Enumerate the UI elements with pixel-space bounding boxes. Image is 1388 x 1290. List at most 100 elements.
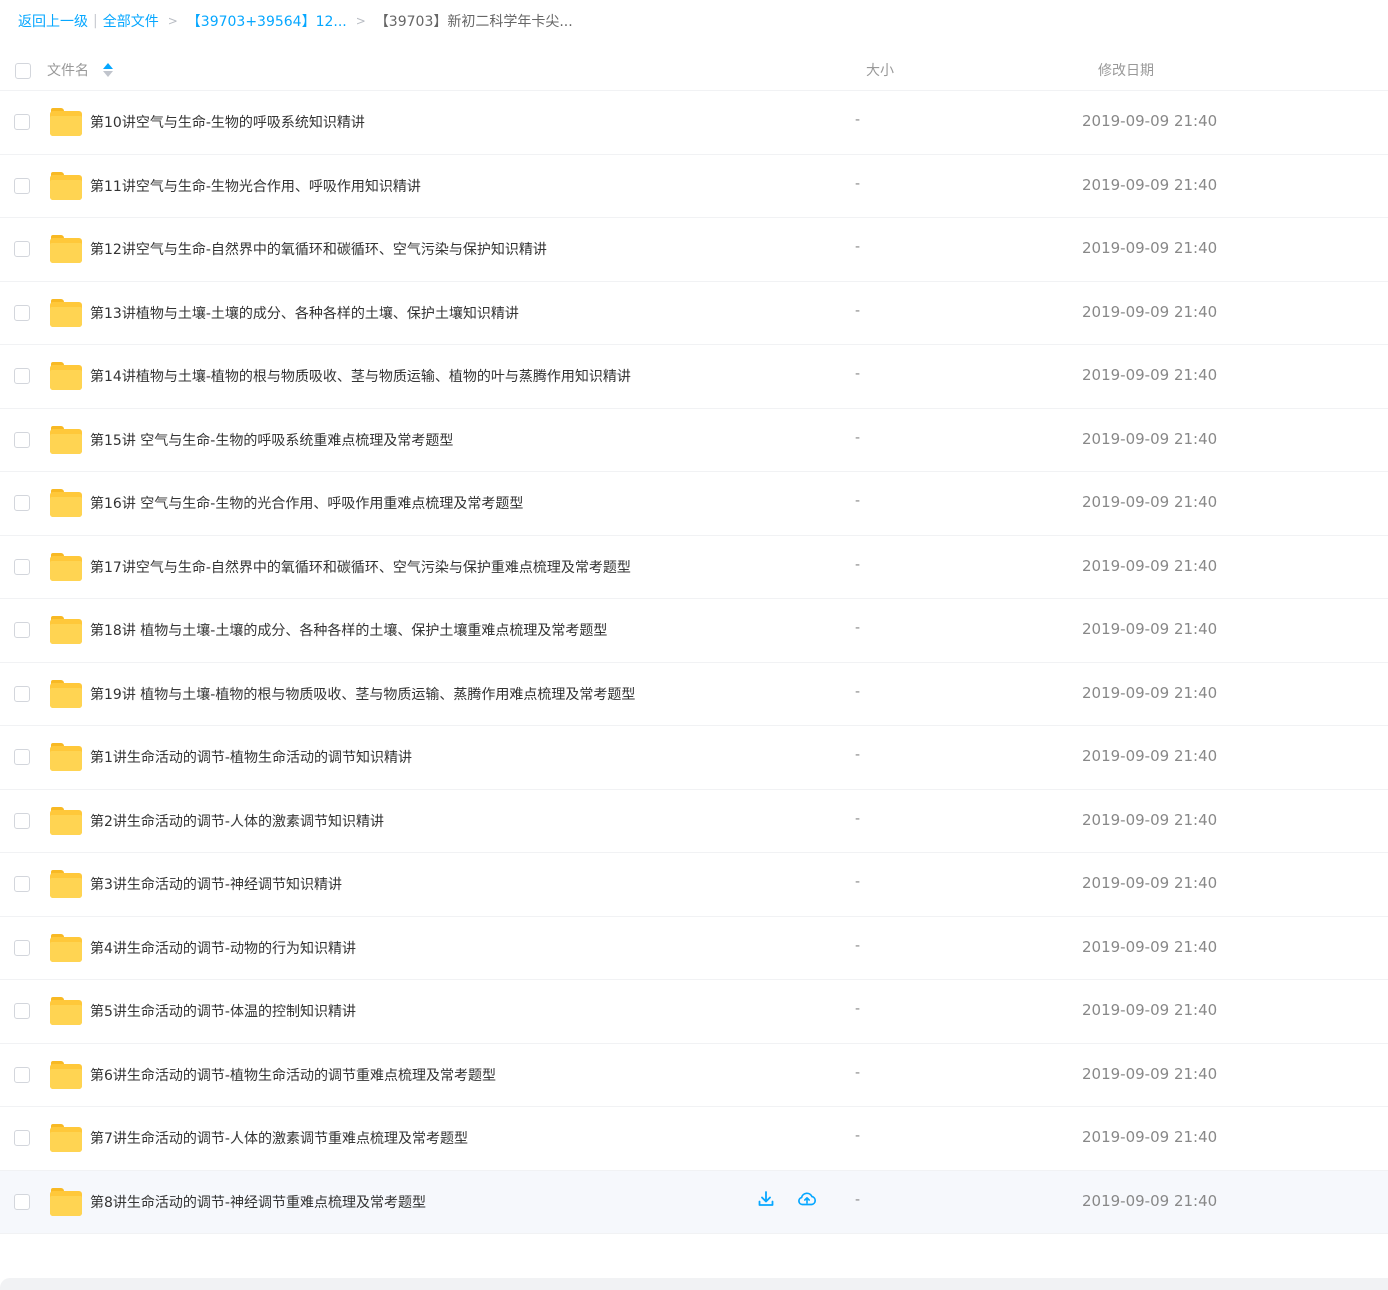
table-row[interactable]: 第11讲空气与生命-生物光合作用、呼吸作用知识精讲 - 2019-09-09 21:… <box>0 155 1388 218</box>
folder-icon <box>50 679 82 708</box>
file-date: 2019-09-09 21:40 <box>1082 239 1218 257</box>
row-checkbox[interactable] <box>14 495 30 511</box>
file-name[interactable]: 第19讲 植物与土壤-植物的根与物质吸收、茎与物质运输、蒸腾作用难点梳理及常考题… <box>90 684 635 704</box>
row-checkbox[interactable] <box>14 812 30 829</box>
row-checkbox[interactable] <box>14 177 30 194</box>
file-name[interactable]: 第18讲 植物与土壤-土壤的成分、各种各样的土壤、保护土壤重难点梳理及常考题型 <box>90 620 607 640</box>
table-row[interactable]: 第10讲空气与生命-生物的呼吸系统知识精讲 - 2019-09-09 21:40 <box>0 91 1388 155</box>
file-date: 2019-09-09 21:40 <box>1082 1064 1218 1083</box>
file-date: 2019-09-09 21:40 <box>1082 556 1218 575</box>
row-checkbox[interactable] <box>14 431 30 448</box>
file-name[interactable]: 第14讲植物与土壤-植物的根与物质吸收、茎与物质运输、植物的叶与蒸腾作用知识精讲 <box>90 366 631 386</box>
file-size: - <box>855 493 861 509</box>
row-checkbox[interactable] <box>14 1193 30 1210</box>
row-checkbox[interactable] <box>14 1003 30 1019</box>
table-row[interactable]: 第12讲空气与生命-自然界中的氧循环和碳循环、空气污染与保护知识精讲 - 2019-… <box>0 218 1388 282</box>
row-checkbox[interactable] <box>14 304 30 321</box>
table-row[interactable]: 第2讲生命活动的调节-人体的激素调节知识精讲 - 2019-09-09 21:40 <box>0 790 1388 853</box>
file-size: - <box>855 112 861 128</box>
row-checkbox[interactable] <box>14 939 30 956</box>
table-row[interactable]: 第1讲生命活动的调节-植物生命活动的调节知识精讲 - 2019-09-09 21:4… <box>0 726 1388 790</box>
download-icon[interactable] <box>757 1190 775 1208</box>
table-row[interactable]: 第15讲 空气与生命-生物的呼吸系统重难点梳理及常考题型 - 2019-09-09 … <box>0 409 1388 472</box>
table-row[interactable]: 第17讲空气与生命-自然界中的氧循环和碳循环、空气污染与保护重难点梳理及常考题型… <box>0 536 1388 599</box>
file-date: 2019-09-09 21:40 <box>1082 874 1218 892</box>
table-row[interactable]: 第8讲生命活动的调节-神经调节重难点梳理及常考题型 - 2019-09-09 21:… <box>0 1170 1388 1234</box>
scrollbar-track[interactable] <box>0 1278 1388 1290</box>
file-name[interactable]: 第6讲生命活动的调节-植物生命活动的调节重难点梳理及常考题型 <box>90 1065 496 1085</box>
file-size: - <box>855 556 861 573</box>
file-size: - <box>855 302 861 319</box>
table-row[interactable]: 第19讲 植物与土壤-植物的根与物质吸收、茎与物质运输、蒸腾作用难点梳理及常考题… <box>0 663 1388 726</box>
folder-icon <box>50 1060 82 1089</box>
column-header-name-label: 文件名 <box>47 63 89 79</box>
parent-folder-link[interactable]: 【39703+39564】12... <box>187 11 347 31</box>
back-link[interactable]: 返回上一级 <box>18 11 88 31</box>
table-row[interactable]: 第18讲 植物与土壤-土壤的成分、各种各样的土壤、保护土壤重难点梳理及常考题型 -… <box>0 599 1388 663</box>
select-all-checkbox[interactable] <box>15 63 31 79</box>
row-checkbox[interactable] <box>14 1066 30 1083</box>
column-header-date[interactable]: 修改日期 <box>1098 60 1154 80</box>
folder-icon <box>50 1187 82 1216</box>
file-name[interactable]: 第12讲空气与生命-自然界中的氧循环和碳循环、空气污染与保护知识精讲 <box>90 239 547 259</box>
table-row[interactable]: 第14讲植物与土壤-植物的根与物质吸收、茎与物质运输、植物的叶与蒸腾作用知识精讲… <box>0 345 1388 409</box>
file-size: - <box>855 175 861 192</box>
file-size: - <box>855 239 861 255</box>
file-name[interactable]: 第1讲生命活动的调节-植物生命活动的调节知识精讲 <box>90 747 412 767</box>
chevron-right-icon: > <box>355 14 366 28</box>
file-name[interactable]: 第10讲空气与生命-生物的呼吸系统知识精讲 <box>90 112 365 132</box>
file-name[interactable]: 第11讲空气与生命-生物光合作用、呼吸作用知识精讲 <box>90 176 421 196</box>
cloud-save-icon[interactable] <box>797 1190 816 1208</box>
row-checkbox[interactable] <box>14 558 30 575</box>
table-row[interactable]: 第16讲 空气与生命-生物的光合作用、呼吸作用重难点梳理及常考题型 - 2019-0… <box>0 472 1388 536</box>
row-checkbox[interactable] <box>14 241 30 257</box>
table-row[interactable]: 第6讲生命活动的调节-植物生命活动的调节重难点梳理及常考题型 - 2019-09-0… <box>0 1044 1388 1107</box>
file-size: - <box>855 683 861 700</box>
folder-icon <box>50 171 82 200</box>
file-date: 2019-09-09 21:40 <box>1082 1001 1218 1019</box>
table-row[interactable]: 第13讲植物与土壤-土壤的成分、各种各样的土壤、保护土壤知识精讲 - 2019-09… <box>0 282 1388 345</box>
table-row[interactable]: 第3讲生命活动的调节-神经调节知识精讲 - 2019-09-09 21:40 <box>0 853 1388 917</box>
file-name[interactable]: 第8讲生命活动的调节-神经调节重难点梳理及常考题型 <box>90 1192 426 1212</box>
row-checkbox[interactable] <box>14 749 30 765</box>
file-name[interactable]: 第15讲 空气与生命-生物的呼吸系统重难点梳理及常考题型 <box>90 430 453 450</box>
row-checkbox[interactable] <box>14 685 30 702</box>
row-checkbox[interactable] <box>14 368 30 384</box>
current-folder-label: 【39703】新初二科学年卡尖... <box>374 14 573 30</box>
table-row[interactable]: 第5讲生命活动的调节-体温的控制知识精讲 - 2019-09-09 21:40 <box>0 980 1388 1044</box>
file-name[interactable]: 第4讲生命活动的调节-动物的行为知识精讲 <box>90 938 356 958</box>
file-date: 2019-09-09 21:40 <box>1082 429 1218 448</box>
folder-icon <box>50 425 82 454</box>
file-size: - <box>855 747 861 763</box>
all-files-link[interactable]: 全部文件 <box>103 11 159 31</box>
sort-icon[interactable] <box>103 62 113 78</box>
file-size: - <box>855 1064 861 1081</box>
file-date: 2019-09-09 21:40 <box>1082 810 1218 829</box>
file-date: 2019-09-09 21:40 <box>1082 747 1218 765</box>
file-name[interactable]: 第13讲植物与土壤-土壤的成分、各种各样的土壤、保护土壤知识精讲 <box>90 303 519 323</box>
file-name[interactable]: 第3讲生命活动的调节-神经调节知识精讲 <box>90 874 342 894</box>
row-checkbox[interactable] <box>14 622 30 638</box>
row-checkbox[interactable] <box>14 1130 30 1146</box>
file-size: - <box>855 874 861 890</box>
file-name[interactable]: 第2讲生命活动的调节-人体的激素调节知识精讲 <box>90 811 384 831</box>
row-checkbox[interactable] <box>14 876 30 892</box>
file-list-header: 文件名 大小 修改日期 <box>0 48 1388 91</box>
column-header-size[interactable]: 大小 <box>866 60 894 80</box>
row-checkbox[interactable] <box>14 114 30 130</box>
breadcrumb-divider: | <box>93 13 98 29</box>
file-name[interactable]: 第5讲生命活动的调节-体温的控制知识精讲 <box>90 1001 356 1021</box>
file-date: 2019-09-09 21:40 <box>1082 683 1218 702</box>
file-name[interactable]: 第7讲生命活动的调节-人体的激素调节重难点梳理及常考题型 <box>90 1128 468 1148</box>
folder-icon <box>50 997 82 1025</box>
file-size: - <box>855 1191 861 1208</box>
file-name[interactable]: 第17讲空气与生命-自然界中的氧循环和碳循环、空气污染与保护重难点梳理及常考题型 <box>90 557 631 577</box>
table-row[interactable]: 第7讲生命活动的调节-人体的激素调节重难点梳理及常考题型 - 2019-09-09 … <box>0 1107 1388 1171</box>
folder-icon <box>50 362 82 390</box>
file-size: - <box>855 1001 861 1017</box>
folder-icon <box>50 552 82 581</box>
file-name[interactable]: 第16讲 空气与生命-生物的光合作用、呼吸作用重难点梳理及常考题型 <box>90 493 523 513</box>
folder-icon <box>50 616 82 644</box>
column-header-name[interactable]: 文件名 <box>47 60 113 80</box>
table-row[interactable]: 第4讲生命活动的调节-动物的行为知识精讲 - 2019-09-09 21:40 <box>0 917 1388 980</box>
